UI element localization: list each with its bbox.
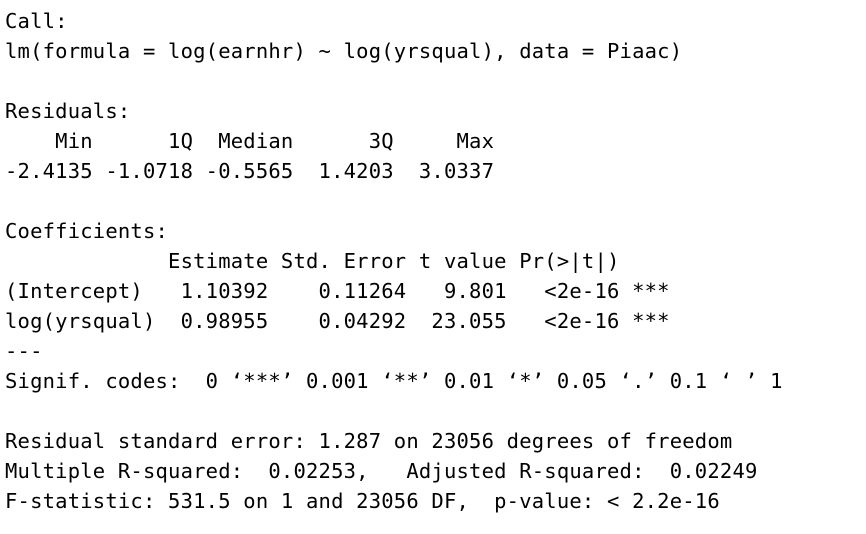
residuals-values: -2.4135 -1.0718 -0.5565 1.4203 3.0337 — [5, 159, 507, 183]
coefficients-header: Coefficients: — [5, 219, 169, 243]
coefficient-row-log-yrsqual: log(yrsqual) 0.98955 0.04292 23.055 <2e-… — [5, 309, 670, 333]
coefficients-column-headers: Estimate Std. Error t value Pr(>|t|) — [5, 249, 670, 273]
f-statistic: F-statistic: 531.5 on 1 and 23056 DF, p-… — [5, 489, 720, 513]
signif-codes: Signif. codes: 0 ‘***’ 0.001 ‘**’ 0.01 ‘… — [5, 369, 783, 393]
call-header: Call: — [5, 9, 68, 33]
residuals-header: Residuals: — [5, 99, 131, 123]
residuals-labels: Min 1Q Median 3Q Max — [5, 129, 507, 153]
separator: --- — [5, 339, 43, 363]
residual-standard-error: Residual standard error: 1.287 on 23056 … — [5, 429, 733, 453]
r-console-output: Call: lm(formula = log(earnhr) ~ log(yrs… — [0, 0, 866, 534]
call-formula: lm(formula = log(earnhr) ~ log(yrsqual),… — [5, 39, 683, 63]
coefficient-row-intercept: (Intercept) 1.10392 0.11264 9.801 <2e-16… — [5, 279, 670, 303]
r-squared: Multiple R-squared: 0.02253, Adjusted R-… — [5, 459, 771, 483]
